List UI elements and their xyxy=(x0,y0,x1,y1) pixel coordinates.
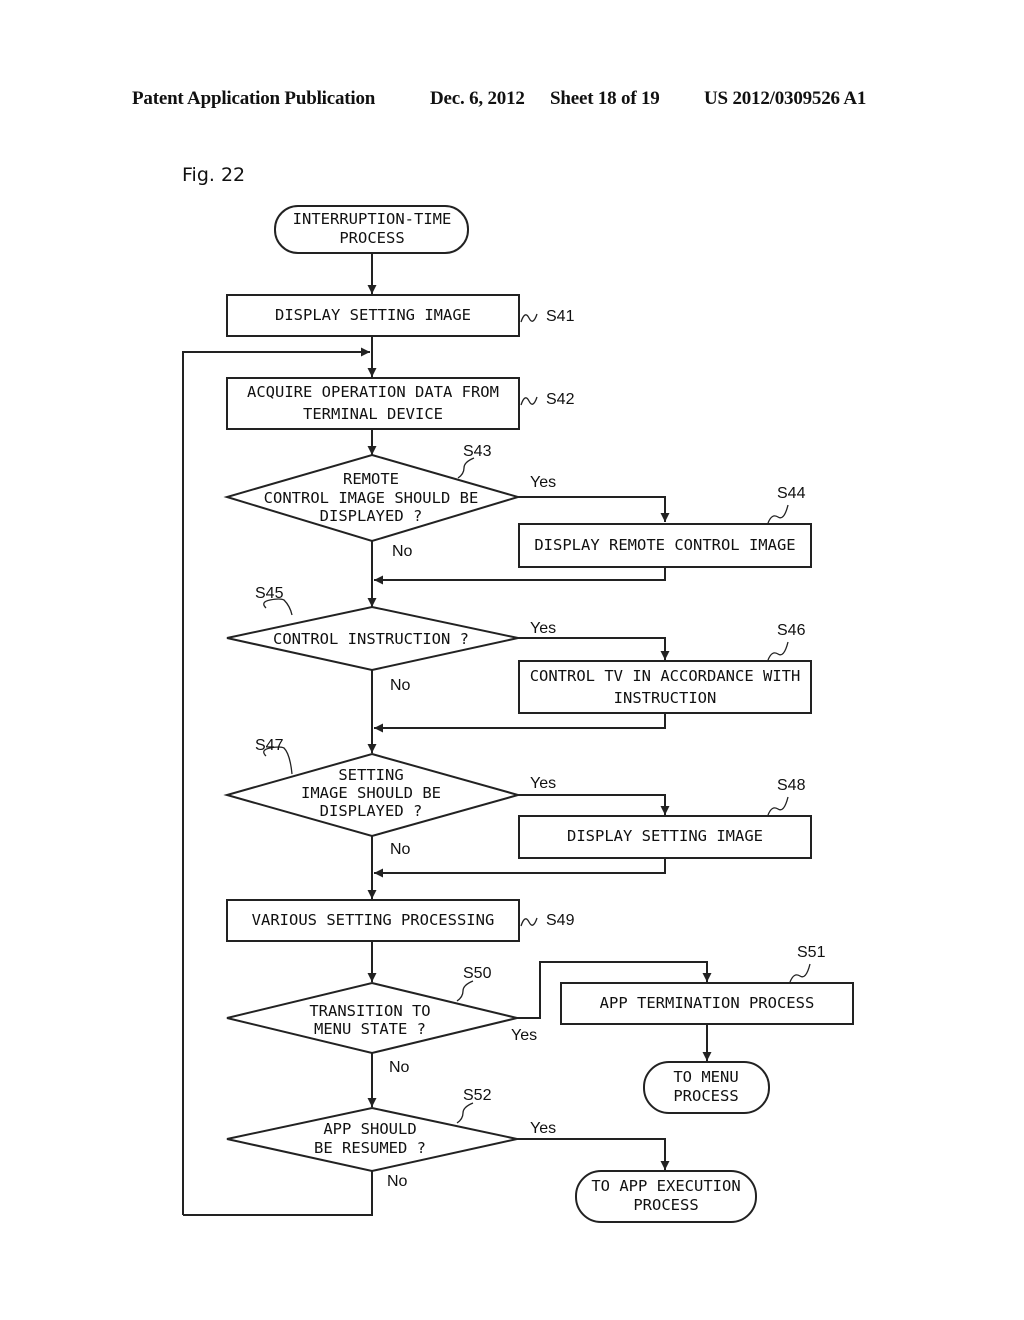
s50-no-label: No xyxy=(389,1059,410,1076)
node-to-app-execution-process: TO APP EXECUTION PROCESS xyxy=(575,1170,757,1223)
s46-callout-squiggle xyxy=(767,641,789,661)
node-s51-text: APP TERMINATION PROCESS xyxy=(600,994,815,1012)
step-label-s42: S42 xyxy=(546,391,575,408)
step-label-s49: S49 xyxy=(546,912,575,929)
node-s52-line-1: APP SHOULD xyxy=(323,1120,416,1138)
s44-callout-squiggle xyxy=(767,504,789,524)
s49-callout-squiggle xyxy=(520,917,538,927)
s47-yes-label: Yes xyxy=(530,775,556,792)
edge-s45-s46-yes xyxy=(518,637,670,660)
node-s47-line-3: DISPLAYED ? xyxy=(320,802,423,820)
edge-s43-s44-yes xyxy=(518,496,670,522)
s42-callout-squiggle xyxy=(520,396,538,406)
node-to-menu-process: TO MENU PROCESS xyxy=(643,1061,770,1114)
s43-no-label: No xyxy=(392,543,413,560)
node-s41: DISPLAY SETTING IMAGE S41 xyxy=(226,294,575,337)
edge-s47-s48-yes xyxy=(518,794,670,815)
node-start-line-2: PROCESS xyxy=(339,229,404,247)
s52-no-label: No xyxy=(387,1173,408,1190)
s45-yes-label: Yes xyxy=(530,620,556,637)
node-s52: APP SHOULD BE RESUMED ? S52 Yes No xyxy=(226,1087,556,1190)
node-start: INTERRUPTION-TIME PROCESS xyxy=(274,205,469,254)
step-label-s43: S43 xyxy=(463,443,492,460)
edge-s52-no xyxy=(183,1171,373,1216)
s41-callout-squiggle xyxy=(520,313,538,323)
step-label-s50: S50 xyxy=(463,965,492,982)
edge-s48-merge xyxy=(374,858,666,878)
s48-callout-squiggle xyxy=(767,796,789,816)
node-s46-line-2: INSTRUCTION xyxy=(614,689,717,707)
s50-yes-label: Yes xyxy=(511,1027,537,1044)
s50-callout-squiggle xyxy=(456,980,474,1002)
node-s44-text: DISPLAY REMOTE CONTROL IMAGE xyxy=(534,536,795,554)
node-s47: SETTING IMAGE SHOULD BE DISPLAYED ? S47 … xyxy=(223,737,556,858)
step-label-s41: S41 xyxy=(546,308,575,325)
node-exec-line-1: TO APP EXECUTION xyxy=(591,1177,740,1195)
node-s49-text: VARIOUS SETTING PROCESSING xyxy=(252,911,495,929)
step-label-s52: S52 xyxy=(463,1087,492,1104)
node-s42-line-1: ACQUIRE OPERATION DATA FROM xyxy=(247,383,499,401)
node-s50-line-2: MENU STATE ? xyxy=(314,1020,426,1038)
flowchart: INTERRUPTION-TIME PROCESS DISPLAY SETTIN… xyxy=(182,205,854,1223)
step-label-s46: S46 xyxy=(777,622,806,639)
s47-no-label: No xyxy=(390,841,411,858)
s51-callout-squiggle xyxy=(789,963,811,983)
step-label-s51: S51 xyxy=(797,944,826,961)
node-s49: VARIOUS SETTING PROCESSING S49 xyxy=(226,899,575,942)
edge-s52-exec-yes xyxy=(517,1138,670,1170)
s45-no-label: No xyxy=(390,677,411,694)
node-s42: ACQUIRE OPERATION DATA FROM TERMINAL DEV… xyxy=(226,377,575,430)
node-s48: DISPLAY SETTING IMAGE S48 xyxy=(518,777,812,859)
step-label-s44: S44 xyxy=(777,485,806,502)
node-s50-line-1: TRANSITION TO xyxy=(309,1002,430,1020)
node-s47-line-1: SETTING xyxy=(338,766,403,784)
node-s45: CONTROL INSTRUCTION ? S45 Yes No xyxy=(226,585,556,694)
step-label-s45: S45 xyxy=(255,585,284,602)
node-s51: APP TERMINATION PROCESS S51 xyxy=(560,944,854,1025)
node-s41-text: DISPLAY SETTING IMAGE xyxy=(275,306,471,324)
node-exec-line-2: PROCESS xyxy=(633,1196,698,1214)
node-s43-line-1: REMOTE xyxy=(343,470,399,488)
node-menu-line-2: PROCESS xyxy=(673,1087,738,1105)
node-s43-line-3: DISPLAYED ? xyxy=(320,507,423,525)
node-s47-line-2: IMAGE SHOULD BE xyxy=(301,784,441,802)
node-s50: TRANSITION TO MENU STATE ? S50 Yes No xyxy=(226,965,537,1076)
s52-callout-squiggle xyxy=(456,1102,474,1124)
node-s48-text: DISPLAY SETTING IMAGE xyxy=(567,827,763,845)
node-s43: REMOTE CONTROL IMAGE SHOULD BE DISPLAYED… xyxy=(223,443,556,560)
s43-callout-squiggle xyxy=(457,457,475,479)
s43-yes-label: Yes xyxy=(530,474,556,491)
node-s52-line-2: BE RESUMED ? xyxy=(314,1139,426,1157)
node-start-line-1: INTERRUPTION-TIME xyxy=(293,210,452,228)
step-label-s48: S48 xyxy=(777,777,806,794)
node-s43-line-2: CONTROL IMAGE SHOULD BE xyxy=(264,489,479,507)
node-s42-line-2: TERMINAL DEVICE xyxy=(303,405,443,423)
node-s46-line-1: CONTROL TV IN ACCORDANCE WITH xyxy=(530,667,801,685)
node-s46: CONTROL TV IN ACCORDANCE WITH INSTRUCTIO… xyxy=(518,622,812,714)
s52-yes-label: Yes xyxy=(530,1120,556,1137)
edge-s46-merge xyxy=(374,713,666,733)
node-s45-text: CONTROL INSTRUCTION ? xyxy=(273,630,469,648)
node-menu-line-1: TO MENU xyxy=(673,1068,738,1086)
step-label-s47: S47 xyxy=(255,737,284,754)
edge-s44-merge xyxy=(374,567,666,585)
